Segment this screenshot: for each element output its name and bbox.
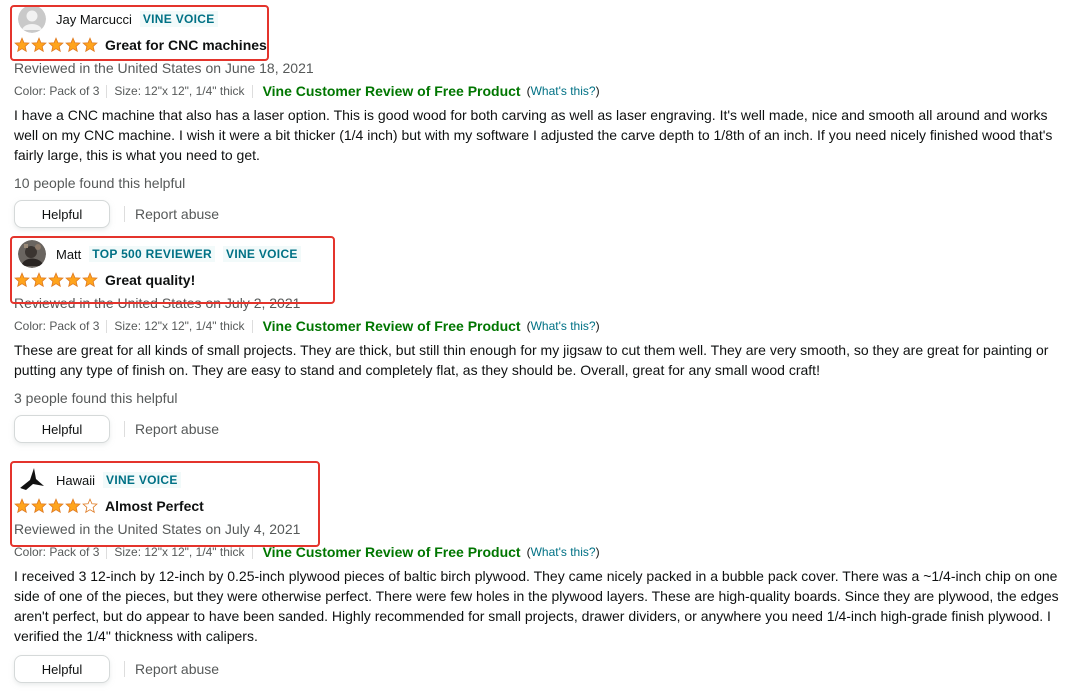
highlight-box: [10, 5, 269, 61]
variant-color: Color: Pack of 3: [14, 84, 100, 98]
vine-review-label: Vine Customer Review of Free Product: [262, 318, 521, 334]
whats-this-link[interactable]: What's this?: [531, 319, 596, 333]
whats-this-link[interactable]: What's this?: [531, 545, 596, 559]
helpful-button[interactable]: Helpful: [14, 200, 110, 228]
helpful-button[interactable]: Helpful: [14, 415, 110, 443]
review-body: I received 3 12-inch by 12-inch by 0.25-…: [14, 568, 1059, 644]
whats-this: (What's this?): [526, 545, 600, 559]
divider: [124, 661, 125, 677]
divider: [106, 319, 108, 333]
whats-this: (What's this?): [526, 84, 600, 98]
helpful-count: 10 people found this helpful: [14, 175, 186, 191]
whats-this-link[interactable]: What's this?: [531, 84, 596, 98]
divider: [124, 421, 125, 437]
divider: [124, 206, 125, 222]
variant-size: Size: 12"x 12", 1/4" thick: [114, 319, 245, 333]
vine-review-label: Vine Customer Review of Free Product: [262, 83, 521, 99]
review-body: These are great for all kinds of small p…: [14, 342, 1049, 378]
helpful-button[interactable]: Helpful: [14, 655, 110, 683]
divider: [106, 84, 108, 98]
divider: [251, 545, 253, 559]
variant-info: Color: Pack of 3 Size: 12"x 12", 1/4" th…: [14, 318, 1064, 334]
helpful-count: 3 people found this helpful: [14, 390, 178, 406]
whats-this: (What's this?): [526, 319, 600, 333]
variant-color: Color: Pack of 3: [14, 545, 100, 559]
report-abuse-link[interactable]: Report abuse: [135, 661, 219, 677]
divider: [251, 319, 253, 333]
variant-size: Size: 12"x 12", 1/4" thick: [114, 84, 245, 98]
divider: [106, 545, 108, 559]
report-abuse-link[interactable]: Report abuse: [135, 206, 219, 222]
variant-info: Color: Pack of 3 Size: 12"x 12", 1/4" th…: [14, 83, 1064, 99]
divider: [251, 84, 253, 98]
report-abuse-link[interactable]: Report abuse: [135, 421, 219, 437]
highlight-box: [10, 461, 320, 547]
variant-color: Color: Pack of 3: [14, 319, 100, 333]
review-body: I have a CNC machine that also has a las…: [14, 107, 1053, 163]
highlight-box: [10, 236, 335, 304]
review-date: Reviewed in the United States on June 18…: [14, 60, 314, 76]
variant-size: Size: 12"x 12", 1/4" thick: [114, 545, 245, 559]
